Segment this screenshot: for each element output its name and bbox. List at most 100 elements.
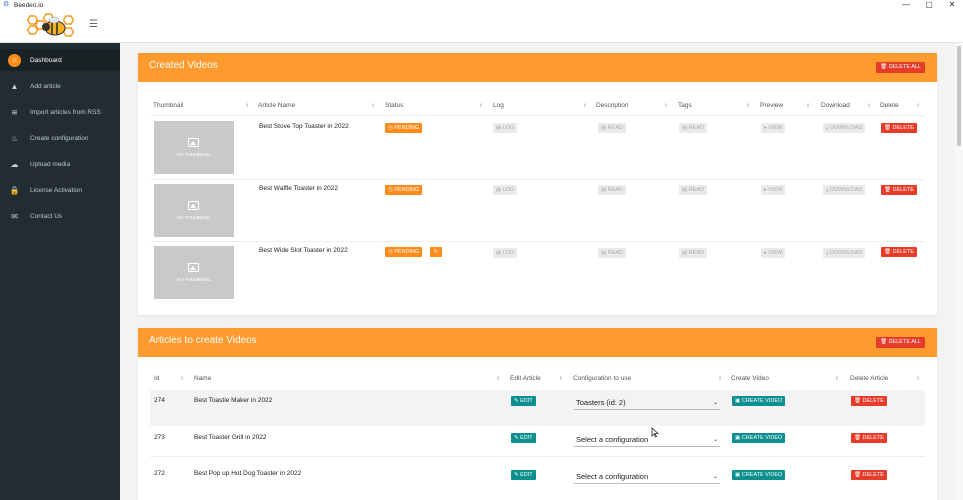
configuration-select[interactable]: Select a configuration ⌄ bbox=[574, 431, 720, 447]
beedeo-logo[interactable] bbox=[22, 12, 80, 40]
sidebar-item-label: License Activation bbox=[30, 186, 83, 194]
download-button[interactable]: ⤓ DOWNLOAD bbox=[823, 248, 866, 258]
configuration-select-value: Select a configuration bbox=[576, 435, 649, 444]
delete-video-button[interactable]: 🗑 DELETE bbox=[881, 123, 917, 133]
read-description-button[interactable]: ▤ READ bbox=[598, 123, 627, 133]
column-header-thumbnail[interactable]: Thumbnail bbox=[153, 102, 183, 109]
column-header-status[interactable]: Status bbox=[385, 102, 403, 109]
sidebar-item-label: Create configuration bbox=[30, 134, 89, 142]
delete-article-button[interactable]: 🗑 DELETE bbox=[851, 433, 887, 443]
preview-view-button[interactable]: ▸ VIEW bbox=[761, 248, 786, 258]
table-row bbox=[150, 390, 925, 426]
sort-icon[interactable]: ⇕ bbox=[664, 103, 668, 109]
column-header-download[interactable]: Download bbox=[821, 102, 850, 109]
preview-view-button[interactable]: ▸ VIEW bbox=[761, 185, 786, 195]
sort-icon[interactable]: ⇕ bbox=[180, 376, 184, 382]
sort-icon[interactable]: ⇕ bbox=[583, 103, 587, 109]
sidebar-item-upload-media[interactable]: ☁ Upload media bbox=[0, 153, 120, 175]
delete-all-videos-button[interactable]: 🗑 DELETE ALL bbox=[876, 62, 925, 73]
delete-article-button[interactable]: 🗑 DELETE bbox=[851, 396, 887, 406]
sidebar-item-create-configuration[interactable]: ♨ Create configuration bbox=[0, 127, 120, 149]
article-icon: ▲ bbox=[10, 81, 19, 91]
sort-icon[interactable]: ⇕ bbox=[916, 376, 920, 382]
log-button[interactable]: ▤ LOG bbox=[493, 185, 518, 195]
edit-article-button[interactable]: ✎ EDIT bbox=[511, 470, 536, 480]
read-description-button[interactable]: ▤ READ bbox=[598, 248, 627, 258]
sidebar-item-label: Add article bbox=[30, 82, 61, 90]
image-icon bbox=[188, 263, 199, 272]
video-thumbnail: NO THUMBNAIL bbox=[154, 246, 234, 299]
delete-video-button[interactable]: 🗑 DELETE bbox=[881, 247, 917, 257]
sort-icon[interactable]: ⇕ bbox=[835, 376, 839, 382]
download-button[interactable]: ⤓ DOWNLOAD bbox=[823, 123, 866, 133]
sidebar-item-dashboard[interactable]: ⌂ Dashboard bbox=[0, 49, 120, 71]
window-title: Beedeo.io bbox=[14, 1, 44, 9]
edit-article-button[interactable]: ✎ EDIT bbox=[511, 396, 536, 406]
sidebar-item-label: Upload media bbox=[30, 160, 71, 168]
column-header-create-video[interactable]: Create Video bbox=[731, 375, 769, 382]
lock-icon: 🔒 bbox=[9, 185, 20, 195]
delete-all-articles-button[interactable]: 🗑 DELETE ALL bbox=[876, 337, 925, 348]
created-videos-panel: Created Videos 🗑 DELETE ALL Thumbnail ⇕ … bbox=[138, 53, 937, 315]
menu-toggle-icon[interactable]: ☰ bbox=[89, 19, 98, 30]
sort-icon[interactable]: ⇕ bbox=[867, 103, 871, 109]
column-header-tags[interactable]: Tags bbox=[678, 102, 692, 109]
read-tags-button[interactable]: ▤ READ bbox=[679, 123, 708, 133]
sort-icon[interactable]: ⇕ bbox=[746, 103, 750, 109]
column-header-log[interactable]: Log bbox=[493, 102, 504, 109]
sidebar-item-license-activation[interactable]: 🔒 License Activation bbox=[0, 179, 120, 201]
thumbnail-placeholder-text: NO THUMBNAIL bbox=[177, 277, 211, 282]
edit-article-button[interactable]: ✎ EDIT bbox=[511, 433, 536, 443]
chevron-down-icon: ⌄ bbox=[712, 437, 718, 443]
delete-video-button[interactable]: 🗑 DELETE bbox=[881, 185, 917, 195]
create-video-button[interactable]: ▣ CREATE VIDEO bbox=[732, 396, 786, 406]
preview-view-button[interactable]: ▸ VIEW bbox=[761, 123, 786, 133]
column-header-delete[interactable]: Delete bbox=[880, 102, 899, 109]
column-header-preview[interactable]: Preview bbox=[760, 102, 783, 109]
log-button[interactable]: ▤ LOG bbox=[493, 248, 518, 258]
envelope-icon: ✉ bbox=[11, 211, 18, 221]
article-id: 274 bbox=[154, 397, 165, 404]
sort-icon[interactable]: ⇕ bbox=[559, 376, 563, 382]
article-name: Best Toaster Grill in 2022 bbox=[194, 434, 267, 441]
read-description-button[interactable]: ▤ READ bbox=[598, 185, 627, 195]
sort-icon[interactable]: ⇕ bbox=[806, 103, 810, 109]
sidebar-item-add-article[interactable]: ▲ Add article bbox=[0, 75, 120, 97]
column-header-configuration[interactable]: Configuration to use bbox=[573, 375, 631, 382]
sort-icon[interactable]: ⇕ bbox=[496, 376, 500, 382]
configuration-select[interactable]: Select a configuration ⌄ bbox=[574, 468, 720, 484]
app-header: ☰ bbox=[0, 10, 963, 43]
sort-icon[interactable]: ⇕ bbox=[718, 376, 722, 382]
refresh-status-icon[interactable]: ↻ bbox=[430, 247, 442, 257]
read-tags-button[interactable]: ▤ READ bbox=[679, 248, 708, 258]
minimize-button[interactable]: — bbox=[895, 0, 917, 10]
column-header-delete-article[interactable]: Delete Article bbox=[850, 375, 888, 382]
configuration-select-value: Toasters (id: 2) bbox=[576, 398, 626, 407]
sort-icon[interactable]: ⇕ bbox=[479, 103, 483, 109]
log-button[interactable]: ▤ LOG bbox=[493, 123, 518, 133]
create-video-button[interactable]: ▣ CREATE VIDEO bbox=[732, 470, 786, 480]
close-button[interactable]: ✕ bbox=[941, 0, 963, 10]
sort-icon[interactable]: ⇕ bbox=[245, 103, 249, 109]
row-divider bbox=[150, 241, 925, 242]
column-header-id[interactable]: Id bbox=[154, 375, 159, 382]
sort-icon[interactable]: ⇕ bbox=[916, 103, 920, 109]
column-header-description[interactable]: Description bbox=[596, 102, 629, 109]
sidebar-item-import-rss[interactable]: ≋ Import articles from RSS bbox=[0, 101, 120, 123]
download-button[interactable]: ⤓ DOWNLOAD bbox=[823, 185, 866, 195]
page-scrollbar-thumb[interactable] bbox=[957, 46, 961, 146]
create-video-button[interactable]: ▣ CREATE VIDEO bbox=[732, 433, 786, 443]
chevron-down-icon: ⌄ bbox=[712, 474, 718, 480]
configuration-select[interactable]: Toasters (id: 2) ⌄ bbox=[574, 394, 720, 410]
sort-icon[interactable]: ⇕ bbox=[371, 103, 375, 109]
maximize-button[interactable]: ▢ bbox=[918, 0, 940, 10]
status-pending-badge: ◷ PENDING bbox=[385, 247, 423, 257]
column-header-article-name[interactable]: Article Name bbox=[258, 102, 295, 109]
sidebar-item-label: Contact Us bbox=[30, 212, 63, 220]
sidebar-item-contact-us[interactable]: ✉ Contact Us bbox=[0, 205, 120, 227]
delete-article-button[interactable]: 🗑 DELETE bbox=[851, 470, 887, 480]
column-header-edit-article[interactable]: Edit Article bbox=[510, 375, 541, 382]
read-tags-button[interactable]: ▤ READ bbox=[679, 185, 708, 195]
column-header-name[interactable]: Name bbox=[194, 375, 211, 382]
sidebar-item-label: Import articles from RSS bbox=[30, 108, 101, 116]
